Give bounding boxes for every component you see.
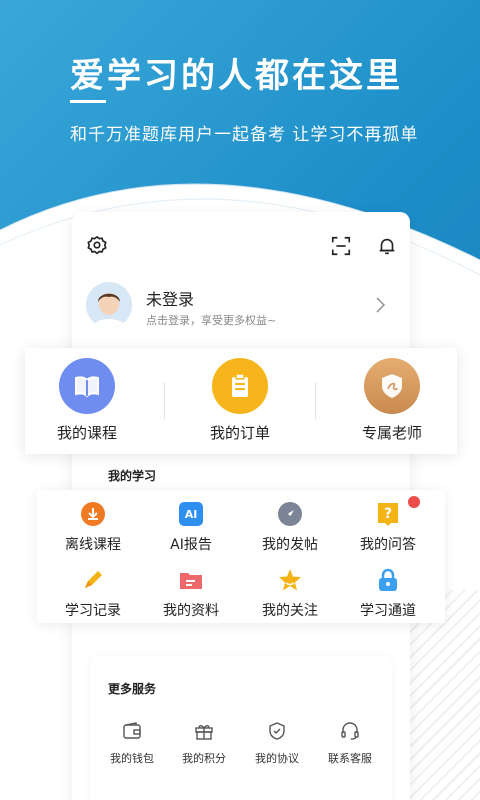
scan-icon[interactable] [328, 233, 354, 259]
avatar [86, 282, 132, 328]
study-label: 我的问答 [360, 537, 416, 553]
wallet-icon [121, 720, 143, 742]
more-section-title: 更多服务 [108, 682, 157, 696]
gift-icon [193, 720, 215, 742]
quick-label-courses: 我的课程 [56, 424, 117, 442]
exclusive-teacher-button[interactable]: 专属老师 [332, 358, 452, 443]
more-label: 我的协议 [255, 752, 299, 765]
hero-subtitle: 和千万准题库用户一起备考 让学习不再孤单 [70, 125, 419, 145]
customer-service-button[interactable]: 联系客服 [314, 720, 386, 766]
svg-text:?: ? [384, 506, 392, 522]
my-posts-button[interactable]: 我的发帖 [239, 500, 341, 554]
book-icon [59, 358, 115, 414]
more-label: 我的积分 [182, 752, 226, 765]
study-label: AI报告 [170, 537, 212, 553]
hero-underline [70, 100, 106, 103]
ai-icon-text: AI [184, 508, 198, 521]
question-icon: ? [374, 500, 402, 528]
login-entry[interactable]: 未登录 点击登录，享受更多权益~ [86, 282, 396, 332]
points-button[interactable]: 我的积分 [168, 720, 240, 766]
folder-icon [177, 566, 205, 594]
login-tip: 点击登录，享受更多权益~ [146, 314, 277, 327]
quick-label-orders: 我的订单 [209, 424, 270, 442]
my-follows-button[interactable]: 我的关注 [239, 566, 341, 620]
agreement-button[interactable]: 我的协议 [241, 720, 313, 766]
my-materials-button[interactable]: 我的资料 [140, 566, 242, 620]
hero-title: 爱学习的人都在这里 [70, 56, 403, 96]
username: 未登录 [146, 290, 195, 309]
ai-icon: AI [177, 500, 205, 528]
study-label: 学习通道 [360, 603, 416, 619]
study-section-title: 我的学习 [108, 469, 157, 483]
my-courses-button[interactable]: 我的课程 [27, 358, 147, 443]
quick-label-teacher: 专属老师 [361, 424, 422, 442]
study-label: 我的发帖 [262, 537, 318, 553]
more-label: 我的钱包 [110, 752, 154, 765]
study-label: 我的资料 [163, 603, 219, 619]
study-channel-button[interactable]: 学习通道 [337, 566, 439, 620]
teacher-badge-icon [364, 358, 420, 414]
study-label: 学习记录 [65, 603, 121, 619]
study-label: 离线课程 [65, 537, 121, 553]
shield-check-icon [266, 720, 288, 742]
ai-report-button[interactable]: AI AI报告 [140, 500, 242, 554]
headset-icon [339, 720, 361, 742]
divider [164, 382, 165, 420]
more-label: 联系客服 [328, 752, 372, 765]
pencil-icon [79, 566, 107, 594]
study-panel: 离线课程 AI AI报告 我的发帖 ? 我的问答 学习记录 我的资料 我的关注 … [37, 490, 445, 623]
study-label: 我的关注 [262, 603, 318, 619]
clipboard-icon [212, 358, 268, 414]
wallet-button[interactable]: 我的钱包 [96, 720, 168, 766]
quick-links-panel: 我的课程 我的订单 专属老师 [25, 348, 457, 454]
more-services-panel: 更多服务 我的钱包 我的积分 我的协议 联系客服 [90, 656, 392, 800]
my-qa-button[interactable]: ? 我的问答 [337, 500, 439, 554]
study-record-button[interactable]: 学习记录 [42, 566, 144, 620]
divider [315, 382, 316, 420]
download-icon [79, 500, 107, 528]
settings-icon[interactable] [84, 233, 110, 259]
offline-courses-button[interactable]: 离线课程 [42, 500, 144, 554]
lock-icon [374, 566, 402, 594]
notification-dot [408, 496, 420, 508]
compass-icon [276, 500, 304, 528]
bell-icon[interactable] [374, 233, 400, 259]
my-orders-button[interactable]: 我的订单 [180, 358, 300, 443]
star-icon [276, 566, 304, 594]
chevron-right-icon [374, 296, 386, 318]
